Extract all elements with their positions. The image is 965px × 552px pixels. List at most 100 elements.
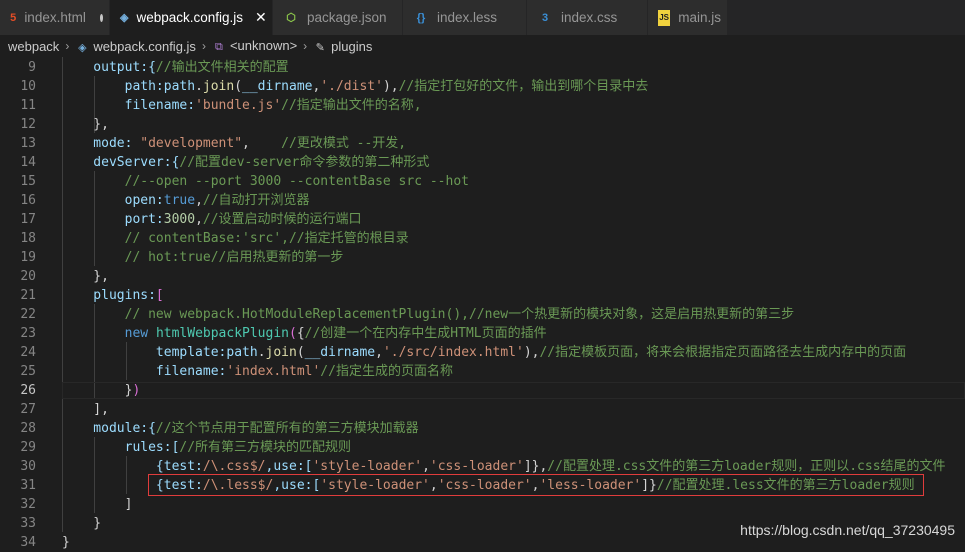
breadcrumb-item[interactable]: ⧉ <unknown> <box>212 38 297 54</box>
code-token: , <box>195 193 203 208</box>
code-line[interactable]: 25 filename:'index.html'//指定生成的页面名称 <box>0 362 965 381</box>
watermark: https://blog.csdn.net/qq_37230495 <box>740 522 955 538</box>
line-number: 23 <box>20 326 36 341</box>
line-number: 29 <box>20 440 36 455</box>
code-line[interactable]: 15 //--open --port 3000 --contentBase sr… <box>0 172 965 191</box>
code-text: //--open --port 3000 --contentBase src -… <box>62 172 469 191</box>
code-text: rules:[//所有第三方模块的匹配规则 <box>62 438 351 457</box>
code-line[interactable]: 19 // hot:true//启用热更新的第一步 <box>0 248 965 267</box>
code-text: }, <box>62 115 109 134</box>
tab-index-html[interactable]: 5 index.html <box>0 0 110 35</box>
code-line[interactable]: 31 {test:/\.less$/,use:['style-loader','… <box>0 476 965 495</box>
code-token: ), <box>523 345 540 360</box>
tab-index-css[interactable]: 3 index.css <box>527 0 648 35</box>
code-editor[interactable]: 9 output:{//输出文件相关的配置 10 path:path.join(_… <box>0 57 965 550</box>
code-token: //创建一个在内存中生成HTML页面的插件 <box>304 326 547 341</box>
code-token: __dirname <box>304 345 376 360</box>
code-line[interactable]: 9 output:{//输出文件相关的配置 <box>0 58 965 77</box>
tab-bar: 5 index.html ◈ webpack.config.js ✕ ⬡ package.j… <box>0 0 965 35</box>
symbol-icon: ⧉ <box>215 41 223 53</box>
code-line[interactable]: 11 filename:'bundle.js'//指定输出文件的名称, <box>0 96 965 115</box>
code-line[interactable]: 24 template:path.join(__dirname,'./src/i… <box>0 343 965 362</box>
tab-main-js[interactable]: JS main.js <box>648 0 728 35</box>
code-token: rules:[ <box>62 440 180 455</box>
tab-webpack-config-js[interactable]: ◈ webpack.config.js ✕ <box>110 0 273 35</box>
breadcrumb-label: <unknown> <box>229 38 298 53</box>
code-line[interactable]: 10 path:path.join(__dirname,'./dist'),//… <box>0 77 965 96</box>
code-line[interactable]: 32 ] <box>0 495 965 514</box>
code-token: //输出文件相关的配置 <box>155 60 289 75</box>
code-token: 'bundle.js' <box>195 98 282 113</box>
code-token: , <box>242 136 282 151</box>
unsaved-dot-icon[interactable] <box>99 13 103 22</box>
code-token: 3000 <box>163 212 196 227</box>
code-token: // new webpack.HotModuleReplacementPlugi… <box>62 307 795 322</box>
code-text: port:3000,//设置启动时候的运行端口 <box>62 210 362 229</box>
code-token: , <box>195 212 203 227</box>
code-token: ,use:[ <box>265 459 313 474</box>
code-line[interactable]: 16 open:true,//自动打开浏览器 <box>0 191 965 210</box>
tab-package-json[interactable]: ⬡ package.json <box>273 0 403 35</box>
code-token: //这个节点用于配置所有的第三方模块加载器 <box>155 421 419 436</box>
tab-label: webpack.config.js <box>136 10 244 25</box>
code-token: }, <box>62 269 109 284</box>
code-line[interactable]: 28 module:{//这个节点用于配置所有的第三方模块加载器 <box>0 419 965 438</box>
code-token: htmlWebpackPlugin <box>155 326 289 341</box>
code-token: { <box>296 326 305 341</box>
code-token: ], <box>62 402 109 417</box>
code-line[interactable]: 13 mode: "development", //更改模式 --开发, <box>0 134 965 153</box>
code-text: path:path.join(__dirname,'./dist'),//指定打… <box>62 77 649 96</box>
chevron-right-icon: › <box>201 39 206 53</box>
code-token: //配置处理.css文件的第三方loader规则，正则以.css结尾的文件 <box>547 459 946 474</box>
code-line[interactable]: 23 new htmlWebpackPlugin({//创建一个在内存中生成HT… <box>0 324 965 343</box>
code-line[interactable]: 12 }, <box>0 115 965 134</box>
code-token: output:{ <box>62 60 156 75</box>
code-token: true <box>163 193 196 208</box>
code-text: template:path.join(__dirname,'./src/inde… <box>62 343 906 362</box>
breadcrumb-label: webpack.config.js <box>93 38 196 54</box>
line-number: 14 <box>20 155 36 170</box>
line-number: 30 <box>20 459 36 474</box>
code-token: /\.css$/ <box>202 459 266 474</box>
code-text: module:{//这个节点用于配置所有的第三方模块加载器 <box>62 419 419 438</box>
code-line[interactable]: 27 ], <box>0 400 965 419</box>
line-number: 19 <box>20 250 36 265</box>
css3-icon: 3 <box>541 11 549 24</box>
code-line[interactable]: 17 port:3000,//设置启动时候的运行端口 <box>0 210 965 229</box>
code-token: path: <box>62 79 164 94</box>
code-line[interactable]: 21 plugins:[ <box>0 286 965 305</box>
json-braces-icon: {} <box>416 11 426 24</box>
breadcrumb-item[interactable]: ◈ webpack.config.js <box>75 39 196 54</box>
code-token: // contentBase:'src',//指定托管的根目录 <box>62 231 409 246</box>
code-token: ( <box>234 79 243 94</box>
code-line[interactable]: 29 rules:[//所有第三方模块的匹配规则 <box>0 438 965 457</box>
code-token: path <box>226 345 258 360</box>
close-icon[interactable]: ✕ <box>255 9 267 26</box>
breadcrumb-item[interactable]: webpack <box>8 39 59 54</box>
code-text: } <box>62 533 70 552</box>
tab-index-less[interactable]: {} index.less <box>403 0 527 35</box>
code-line[interactable]: 22 // new webpack.HotModuleReplacementPl… <box>0 305 965 324</box>
code-text: filename:'bundle.js'//指定输出文件的名称, <box>62 96 422 115</box>
code-line[interactable]: 14 devServer:{//配置dev-server命令参数的第二种形式 <box>0 153 965 172</box>
code-line[interactable]: 20 }, <box>0 267 965 286</box>
line-number: 12 <box>20 117 36 132</box>
code-text: output:{//输出文件相关的配置 <box>62 58 289 77</box>
html5-icon: 5 <box>10 11 17 24</box>
code-token: //指定生成的页面名称 <box>320 364 453 379</box>
line-number: 22 <box>20 307 36 322</box>
line-number: 34 <box>20 535 36 550</box>
code-token: ]} <box>641 478 657 493</box>
code-text: devServer:{//配置dev-server命令参数的第二种形式 <box>62 153 429 172</box>
code-token: filename: <box>62 364 227 379</box>
breadcrumb-item[interactable]: ✎ plugins <box>313 39 373 54</box>
line-number: 31 <box>20 478 36 493</box>
code-line[interactable]: 18 // contentBase:'src',//指定托管的根目录 <box>0 229 965 248</box>
code-token: //更改模式 --开发, <box>281 136 407 151</box>
code-token: 'index.html' <box>226 364 321 379</box>
nodejs-icon: ⬡ <box>286 12 296 24</box>
code-token: plugins: <box>62 288 156 303</box>
code-token: ]}, <box>523 459 548 474</box>
code-line[interactable]: 26 }) <box>0 381 965 400</box>
